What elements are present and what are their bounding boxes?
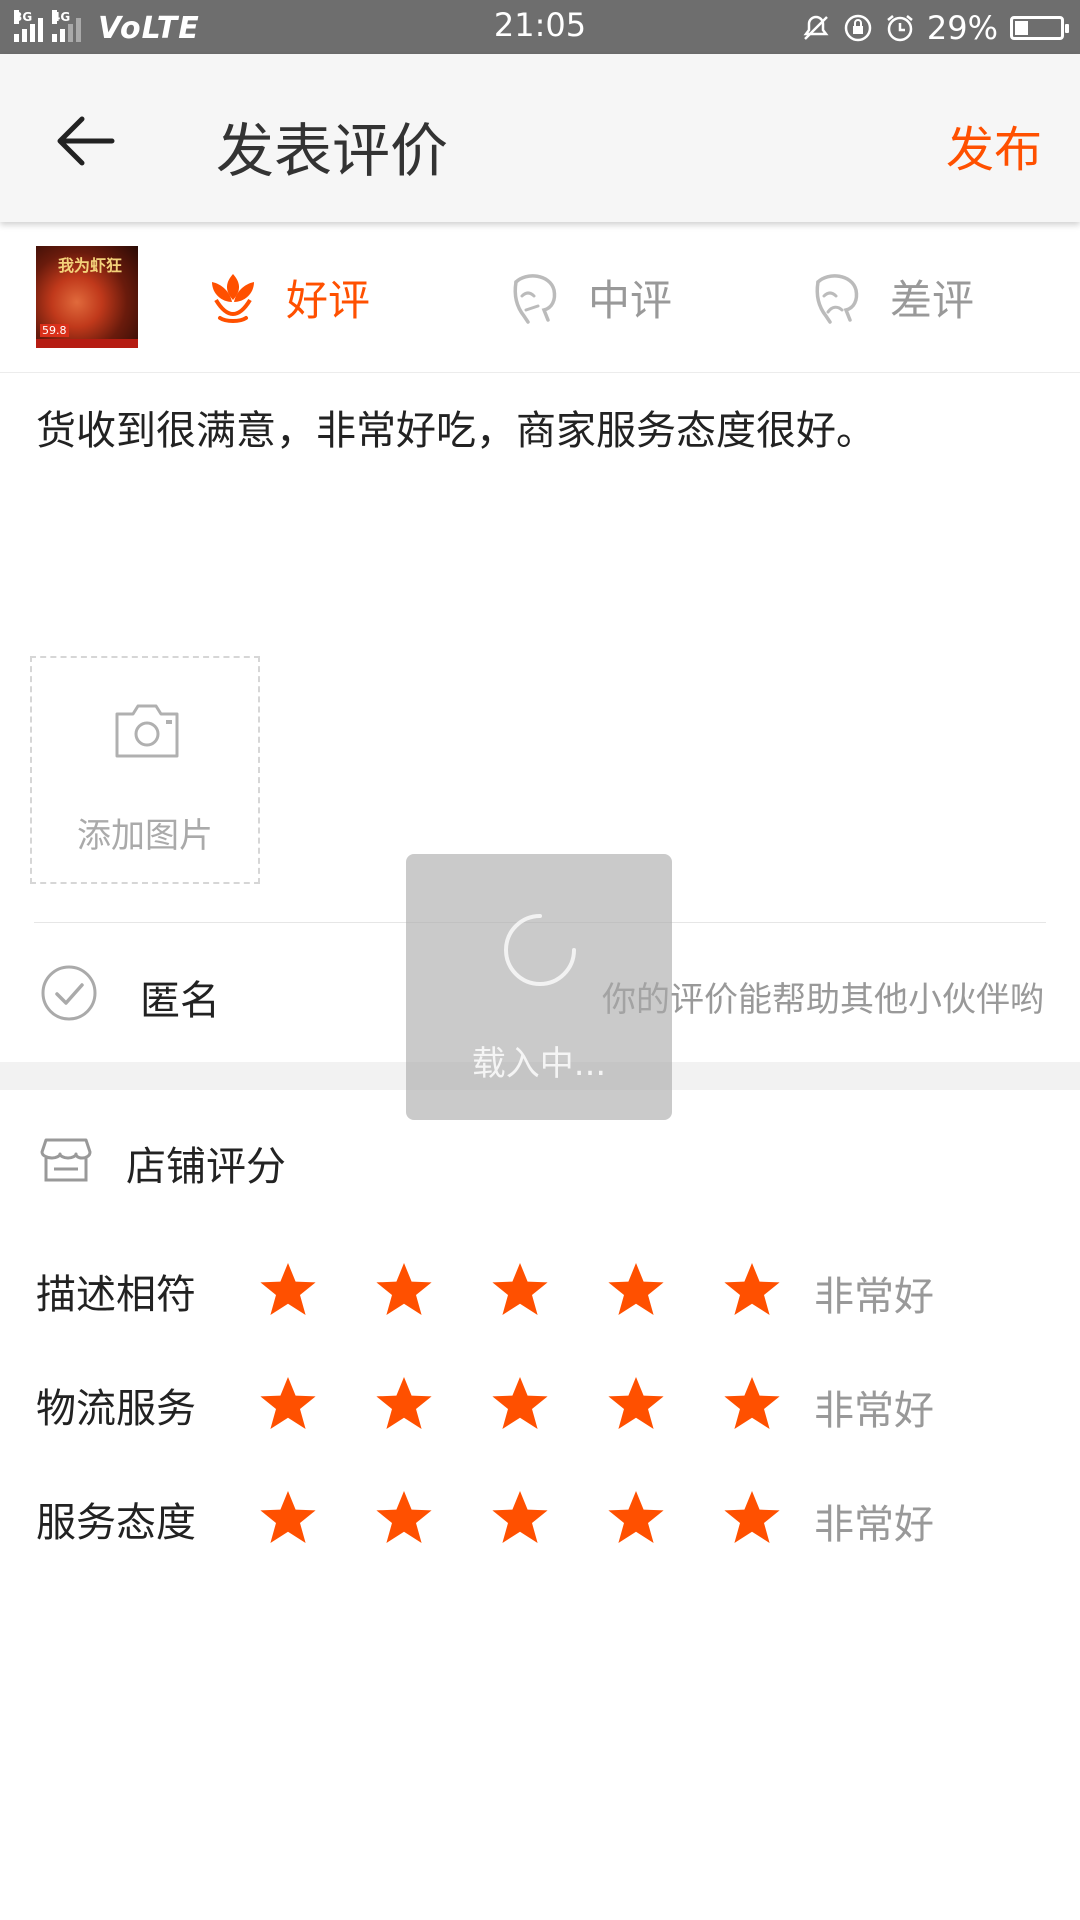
- star-icon[interactable]: [606, 1374, 666, 1434]
- battery-percent: 29%: [926, 9, 998, 47]
- score-row-service: 服务态度 非常好: [0, 1482, 1080, 1552]
- star-icon[interactable]: [606, 1488, 666, 1548]
- camera-icon: [115, 704, 179, 758]
- score-row-description: 描述相符 非常好: [0, 1254, 1080, 1324]
- loading-text: 载入中...: [471, 1044, 607, 1084]
- rotation-lock-icon: [844, 14, 872, 42]
- anonymous-label[interactable]: 匿名: [140, 968, 220, 1026]
- rating-selector: 我为虾狂 59.8 好评 中评 差评: [0, 222, 1080, 373]
- mute-icon: [803, 15, 829, 40]
- product-thumbnail: 我为虾狂 59.8: [36, 246, 138, 348]
- battery-icon: [1010, 16, 1069, 40]
- star-icon[interactable]: [490, 1260, 550, 1320]
- face-sad-icon: [815, 274, 859, 324]
- star-icon[interactable]: [374, 1374, 434, 1434]
- flower-icon: [212, 274, 254, 323]
- thumb-title: 我为虾狂: [58, 256, 123, 275]
- status-icons: 29%: [801, 8, 1069, 48]
- rating-option-label: 差评: [890, 275, 975, 325]
- arrow-left-icon[interactable]: [50, 106, 120, 176]
- rating-option-neutral[interactable]: 中评: [504, 262, 672, 332]
- score-row-logistics: 物流服务 非常好: [0, 1368, 1080, 1438]
- add-photo-button[interactable]: 添加图片: [30, 656, 260, 884]
- loading-toast: 载入中...: [406, 854, 672, 1120]
- alarm-icon: [887, 15, 913, 42]
- publish-button[interactable]: 发布: [946, 110, 1042, 180]
- review-text-input[interactable]: 货收到很满意，非常好吃，商家服务态度很好。: [36, 398, 1046, 456]
- star-icon[interactable]: [258, 1488, 318, 1548]
- score-label: 服务态度: [36, 1500, 196, 1546]
- add-photo-label: 添加图片: [77, 816, 213, 856]
- rating-option-bad[interactable]: 差评: [806, 262, 974, 332]
- score-label: 物流服务: [36, 1386, 196, 1432]
- score-label: 描述相符: [36, 1272, 196, 1318]
- check-circle-icon[interactable]: [40, 964, 98, 1022]
- battery-fill: [1015, 21, 1028, 35]
- rating-option-label: 中评: [588, 275, 673, 325]
- page-title: 发表评价: [216, 117, 449, 185]
- rating-option-label: 好评: [286, 275, 371, 325]
- score-text: 非常好: [814, 1274, 934, 1320]
- star-icon[interactable]: [606, 1260, 666, 1320]
- star-icon[interactable]: [490, 1374, 550, 1434]
- face-neutral-icon: [513, 274, 557, 324]
- star-icon[interactable]: [722, 1374, 782, 1434]
- star-icon[interactable]: [722, 1260, 782, 1320]
- star-icon[interactable]: [490, 1488, 550, 1548]
- star-icon[interactable]: [258, 1374, 318, 1434]
- status-bar: 3G 4G VoLTE 21:05 29%: [0, 0, 1080, 54]
- thumb-banner: [36, 339, 138, 348]
- shop-score-title: 店铺评分: [126, 1144, 286, 1190]
- score-text: 非常好: [814, 1502, 934, 1548]
- star-icon[interactable]: [374, 1260, 434, 1320]
- app-header: 发表评价 发布: [0, 54, 1080, 222]
- score-text: 非常好: [814, 1388, 934, 1434]
- thumb-price: 59.8: [40, 324, 69, 337]
- spinner-icon: [504, 914, 576, 986]
- star-icon[interactable]: [258, 1260, 318, 1320]
- star-icon[interactable]: [722, 1488, 782, 1548]
- star-icon[interactable]: [374, 1488, 434, 1548]
- shop-icon: [40, 1138, 92, 1182]
- rating-option-good[interactable]: 好评: [202, 262, 370, 332]
